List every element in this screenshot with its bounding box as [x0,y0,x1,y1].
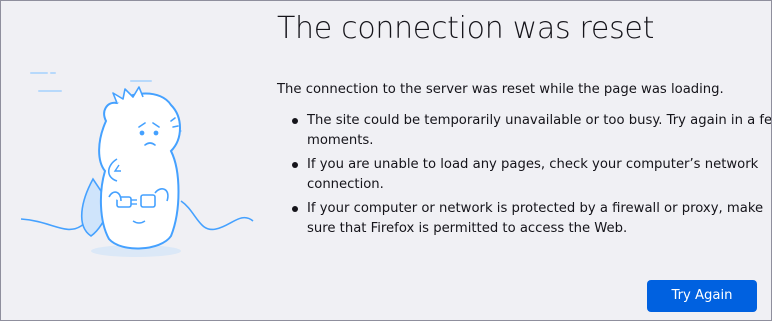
suggestion-list: The site could be temporarily unavailabl… [277,111,772,243]
try-again-button[interactable]: Try Again [647,280,757,312]
page-title: The connection was reset [277,11,655,46]
bullet-icon [292,162,298,168]
bullet-icon [292,206,298,212]
suggestion-item: If your computer or network is protected… [292,199,771,239]
suggestion-text: If your computer or network is protected… [307,201,764,236]
dino-unplugged-cable-icon [21,72,254,257]
error-page: The connection was reset The connection … [0,0,772,321]
suggestion-item: The site could be temporarily unavailabl… [292,111,772,151]
error-description: The connection to the server was reset w… [277,82,724,97]
bullet-icon [292,118,298,124]
suggestion-text: If you are unable to load any pages, che… [307,157,759,192]
suggestion-item: If you are unable to load any pages, che… [292,155,771,195]
suggestion-text: The site could be temporarily unavailabl… [307,113,772,148]
